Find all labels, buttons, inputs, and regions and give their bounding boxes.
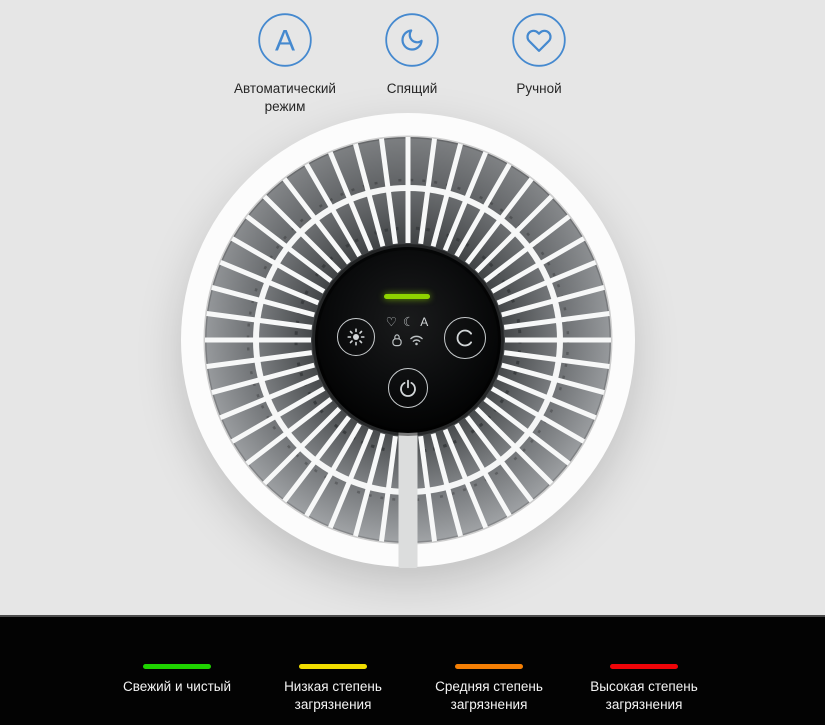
bottom-strut xyxy=(399,428,418,568)
legend-item-medium: Средняя степень загрязнения xyxy=(404,664,574,714)
heart-icon: ♡ xyxy=(386,315,397,330)
legend-label: Средняя степень загрязнения xyxy=(414,678,564,714)
legend-item-fresh: Свежий и чистый xyxy=(92,664,262,696)
legend-line-orange xyxy=(455,664,523,669)
child-lock-icon xyxy=(391,333,403,347)
legend-label: Свежий и чистый xyxy=(123,678,231,696)
control-panel: ♡ ☾ A xyxy=(314,245,500,431)
legend-line-yellow xyxy=(299,664,367,669)
moon-icon xyxy=(385,13,439,67)
fan-speed-icon xyxy=(453,326,477,350)
legend-label: Низкая степень загрязнения xyxy=(258,678,408,714)
mode-item-auto: A Автоматический режим xyxy=(220,13,350,116)
legend-item-high: Высокая степень загрязнения xyxy=(559,664,729,714)
mode-item-sleep: Спящий xyxy=(347,13,477,98)
legend-line-green xyxy=(143,664,211,669)
auto-a-icon: A xyxy=(420,315,428,330)
legend-line-red xyxy=(610,664,678,669)
air-quality-status-light xyxy=(384,294,430,299)
mode-item-manual: Ручной xyxy=(474,13,604,98)
brightness-icon xyxy=(346,327,366,347)
mode-label-sleep: Спящий xyxy=(387,80,438,98)
power-button xyxy=(388,368,428,408)
moon-icon: ☾ xyxy=(403,315,414,330)
brightness-button xyxy=(337,318,375,356)
auto-a-icon: A xyxy=(258,13,312,67)
pollution-legend-bar: Свежий и чистый Низкая степень загрязнен… xyxy=(0,615,825,725)
auto-a-letter: A xyxy=(275,25,295,58)
wifi-icon xyxy=(409,334,424,346)
heart-icon xyxy=(512,13,566,67)
mode-label-manual: Ручной xyxy=(516,80,561,98)
fan-speed-button xyxy=(444,317,486,359)
legend-item-low: Низкая степень загрязнения xyxy=(248,664,418,714)
power-icon xyxy=(398,378,418,398)
mode-legend: A Автоматический режим Спящий Ручной xyxy=(0,0,825,120)
legend-label: Высокая степень загрязнения xyxy=(569,678,719,714)
